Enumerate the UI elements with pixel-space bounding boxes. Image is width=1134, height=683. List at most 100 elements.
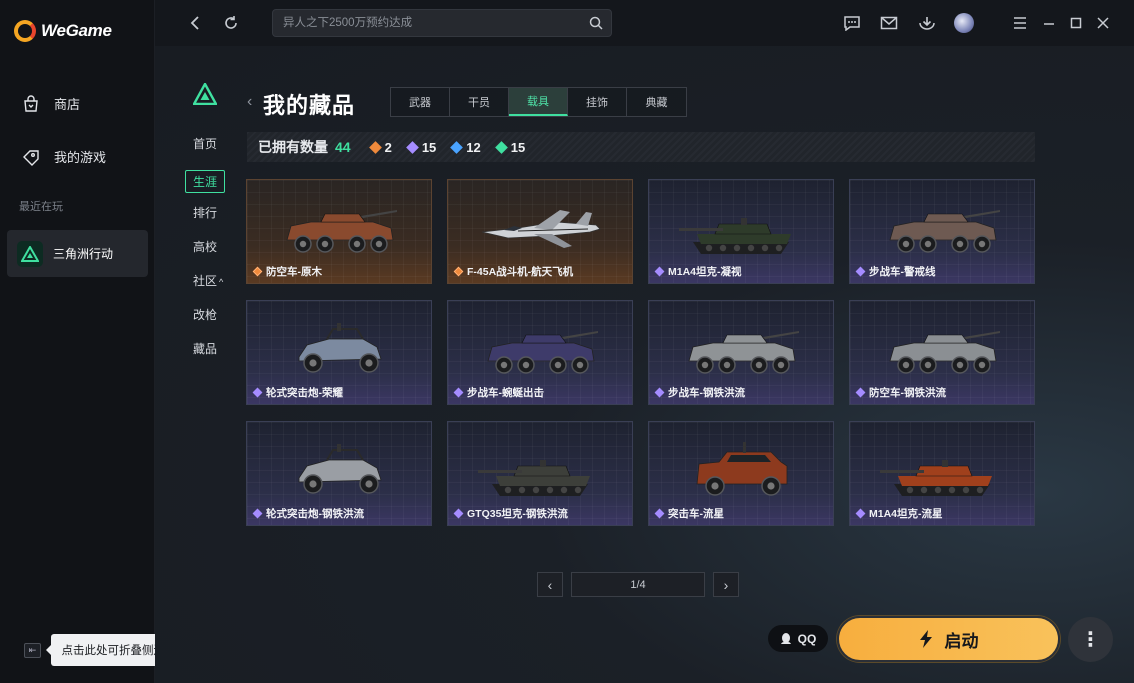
- collection-card-name: 轮式突击炮-荣耀: [252, 385, 343, 400]
- tab-collection[interactable]: 挂饰: [568, 88, 627, 116]
- chat-button[interactable]: [842, 13, 862, 33]
- download-button[interactable]: [917, 13, 937, 33]
- collection-card[interactable]: 步战车-钢铁洪流: [648, 300, 834, 405]
- rarity-diamond-icon: [405, 140, 419, 154]
- search-input[interactable]: [273, 10, 573, 36]
- collection-card[interactable]: 轮式突击炮-荣耀: [246, 300, 432, 405]
- game-nav-label: 首页: [193, 137, 218, 151]
- sidebar-item-my-games[interactable]: 我的游戏: [22, 147, 106, 166]
- page-title: 我的藏品: [263, 93, 356, 118]
- qq-penguin-icon: [780, 632, 791, 644]
- recent-game-item[interactable]: 三角洲行动: [7, 230, 148, 277]
- delta-force-logo-icon[interactable]: [193, 83, 217, 105]
- mail-button[interactable]: [879, 13, 899, 33]
- rarity-diamond-icon: [252, 266, 263, 277]
- collection-card-label: 步战车-警戒线: [869, 266, 936, 278]
- game-nav-item[interactable]: 生涯: [185, 170, 226, 193]
- rarity-diamond-icon: [453, 266, 464, 277]
- launch-button[interactable]: 启动: [837, 616, 1060, 662]
- close-button[interactable]: [1093, 13, 1113, 33]
- rarity-diamond-icon: [855, 508, 866, 519]
- more-vertical-icon: ⋮: [1080, 629, 1101, 651]
- refresh-icon: [225, 16, 237, 29]
- vehicle-image: [298, 323, 382, 373]
- game-nav-item[interactable]: 改枪: [193, 306, 217, 323]
- maximize-button[interactable]: [1066, 13, 1086, 33]
- vehicle-image: [286, 210, 397, 253]
- rarity-diamond-icon: [252, 387, 263, 398]
- collection-tabs: 武器 干员 载具 挂饰 典藏: [390, 87, 687, 117]
- game-nav-item[interactable]: 高校: [193, 238, 217, 255]
- tab-collection[interactable]: 武器: [391, 88, 450, 116]
- qq-label: QQ: [797, 631, 817, 646]
- tab-collection[interactable]: 载具: [509, 88, 568, 116]
- chevron-right-icon: ›: [723, 576, 729, 593]
- rarity-diamond-icon: [654, 387, 665, 398]
- collection-back-icon[interactable]: ‹: [247, 93, 252, 111]
- collection-grid: 防空车-原木 F-45A战斗机-航天飞机 M1A4坦克-凝视 步战车-警戒线轮式突击炮…: [246, 179, 1035, 526]
- tab-collection[interactable]: 干员: [450, 88, 509, 116]
- collection-card[interactable]: 防空车-原木: [246, 179, 432, 284]
- rarity-diamond-icon: [855, 387, 866, 398]
- shopping-bag-icon: [24, 94, 38, 112]
- rarity-stat-list: 2 15 12 15: [368, 139, 542, 155]
- user-avatar[interactable]: [954, 13, 974, 33]
- pagination: ‹ 1/4 ›: [537, 572, 739, 597]
- refresh-button[interactable]: [221, 13, 241, 33]
- rarity-diamond-icon: [494, 140, 508, 154]
- rarity-stat-value: 12: [466, 139, 481, 155]
- more-options-button[interactable]: ⋮: [1068, 617, 1113, 662]
- sidebar-item-label: 我的游戏: [54, 150, 107, 165]
- collection-card-label: 步战车-钢铁洪流: [668, 387, 745, 399]
- game-nav-item[interactable]: 首页: [193, 135, 217, 152]
- chevron-left-icon: ‹: [547, 576, 553, 593]
- chevron-up-icon: ^: [219, 277, 224, 287]
- collection-card[interactable]: GTQ35坦克-钢铁洪流: [447, 421, 633, 526]
- rarity-diamond-icon: [654, 508, 665, 519]
- collection-card[interactable]: 轮式突击炮-钢铁洪流: [246, 421, 432, 526]
- launch-label: 启动: [944, 631, 979, 651]
- gamepad-icon: [23, 149, 39, 166]
- rarity-diamond-icon: [368, 140, 382, 154]
- collection-card[interactable]: M1A4坦克-凝视: [648, 179, 834, 284]
- prev-page-button[interactable]: ‹: [537, 572, 563, 597]
- collection-card-label: M1A4坦克-流星: [869, 508, 943, 520]
- collection-card[interactable]: M1A4坦克-流星: [849, 421, 1035, 526]
- collection-card[interactable]: 步战车-蜿蜒出击: [447, 300, 633, 405]
- collection-card[interactable]: F-45A战斗机-航天飞机: [447, 179, 633, 284]
- recent-game-label: 三角洲行动: [53, 247, 114, 261]
- menu-button[interactable]: [1010, 13, 1030, 33]
- next-page-button[interactable]: ›: [713, 572, 739, 597]
- game-nav-item[interactable]: 藏品: [193, 340, 217, 357]
- vehicle-image: [298, 444, 382, 494]
- collection-card[interactable]: 防空车-钢铁洪流: [849, 300, 1035, 405]
- collection-card-label: 轮式突击炮-钢铁洪流: [266, 508, 364, 520]
- qq-login-button[interactable]: QQ: [768, 625, 828, 652]
- tab-collection[interactable]: 典藏: [627, 88, 686, 116]
- vehicle-image: [688, 331, 799, 374]
- wegame-logo-text: WeGame: [41, 21, 112, 40]
- rarity-stat-value: 2: [384, 139, 392, 155]
- game-nav-label: 社区: [193, 274, 218, 288]
- collection-card-name: GTQ35坦克-钢铁洪流: [453, 506, 568, 521]
- game-nav-item[interactable]: 排行: [193, 204, 217, 221]
- rarity-stat: 12: [450, 139, 481, 155]
- collection-card-name: M1A4坦克-凝视: [654, 264, 742, 279]
- collection-card[interactable]: 突击车-流星: [648, 421, 834, 526]
- collection-card-label: M1A4坦克-凝视: [668, 266, 742, 278]
- game-nav-label: 高校: [193, 240, 218, 254]
- wegame-logo[interactable]: WeGame: [14, 20, 112, 42]
- vehicle-image: [880, 460, 992, 496]
- collapse-sidebar-button[interactable]: ⇤: [24, 643, 41, 658]
- sidebar-item-store[interactable]: 商店: [22, 94, 80, 113]
- mail-icon: [880, 16, 898, 30]
- collection-card[interactable]: 步战车-警戒线: [849, 179, 1035, 284]
- back-button[interactable]: [185, 13, 205, 33]
- collection-card-label: 突击车-流星: [668, 508, 724, 520]
- minimize-button[interactable]: [1039, 13, 1059, 33]
- wegame-logo-icon: [14, 20, 36, 42]
- rarity-diamond-icon: [453, 508, 464, 519]
- game-nav-item[interactable]: 社区 ^: [193, 272, 223, 289]
- search-icon[interactable]: [588, 15, 604, 31]
- search-box[interactable]: [272, 9, 612, 37]
